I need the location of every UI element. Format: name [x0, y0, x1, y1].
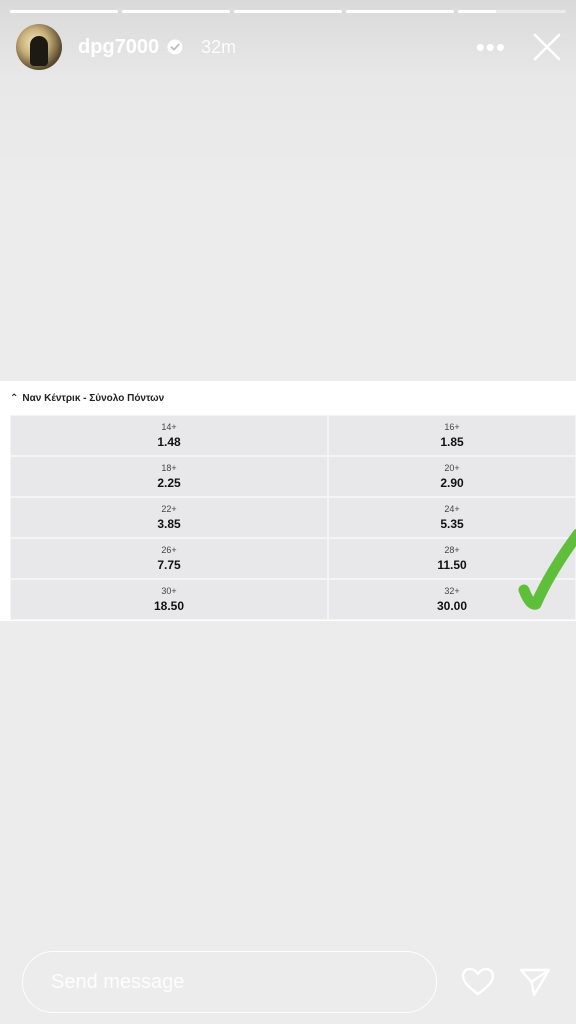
betting-market-panel: ⌃ Ναν Κέντρικ - Σύνολο Πόντων 14+ 1.48 16… — [0, 381, 576, 621]
odds-threshold: 20+ — [444, 463, 460, 473]
odds-row: 14+ 1.48 16+ 1.85 — [10, 415, 576, 456]
send-message-input[interactable] — [51, 970, 436, 994]
avatar[interactable] — [16, 24, 62, 70]
checkmark-icon — [518, 528, 576, 610]
odds-value: 5.35 — [440, 517, 464, 531]
odds-threshold: 22+ — [161, 504, 177, 514]
odds-cell[interactable]: 16+ 1.85 — [328, 415, 576, 456]
market-title: Ναν Κέντρικ - Σύνολο Πόντων — [22, 393, 165, 404]
odds-cell[interactable]: 14+ 1.48 — [10, 415, 328, 456]
odds-threshold: 24+ — [444, 504, 460, 514]
heart-icon[interactable] — [461, 967, 495, 997]
odds-row: 26+ 7.75 28+ 11.50 — [10, 538, 576, 579]
progress-segment — [10, 10, 118, 13]
chevron-up-icon: ⌃ — [10, 393, 19, 404]
odds-row: 30+ 18.50 32+ 30.00 — [10, 579, 576, 620]
story-progress-bar — [10, 10, 566, 13]
story-header: dpg7000 32m ••• — [16, 24, 562, 70]
more-options-icon[interactable]: ••• — [476, 34, 506, 60]
odds-cell[interactable]: 26+ 7.75 — [10, 538, 328, 579]
story-timestamp: 32m — [201, 36, 237, 57]
progress-segment — [234, 10, 342, 13]
odds-value: 2.25 — [157, 476, 181, 490]
odds-cell[interactable]: 18+ 2.25 — [10, 456, 328, 497]
progress-segment — [122, 10, 230, 13]
progress-segment — [346, 10, 454, 13]
odds-value: 7.75 — [157, 558, 181, 572]
odds-row: 22+ 3.85 24+ 5.35 — [10, 497, 576, 538]
odds-value: 1.85 — [440, 435, 464, 449]
odds-value: 3.85 — [157, 517, 181, 531]
reply-bar — [22, 951, 556, 1013]
odds-value: 2.90 — [440, 476, 464, 490]
odds-grid: 14+ 1.48 16+ 1.85 18+ 2.25 20+ 2.90 22+ 3.85 … — [10, 415, 576, 620]
odds-cell[interactable]: 30+ 18.50 — [10, 579, 328, 620]
progress-segment — [458, 10, 566, 13]
odds-cell[interactable]: 22+ 3.85 — [10, 497, 328, 538]
odds-threshold: 26+ — [161, 545, 177, 555]
odds-threshold: 32+ — [444, 586, 460, 596]
close-icon[interactable] — [532, 32, 562, 62]
verified-badge-icon — [167, 39, 183, 55]
username[interactable]: dpg7000 — [78, 36, 159, 59]
odds-threshold: 14+ — [161, 422, 177, 432]
odds-row: 18+ 2.25 20+ 2.90 — [10, 456, 576, 497]
odds-cell[interactable]: 20+ 2.90 — [328, 456, 576, 497]
odds-value: 11.50 — [437, 558, 467, 572]
odds-value: 18.50 — [153, 599, 185, 613]
send-icon[interactable] — [519, 967, 551, 997]
odds-threshold: 30+ — [161, 586, 177, 596]
odds-threshold: 16+ — [444, 422, 460, 432]
odds-value: 30.00 — [436, 599, 468, 613]
odds-threshold: 18+ — [161, 463, 177, 473]
odds-value: 1.48 — [157, 435, 181, 449]
market-header[interactable]: ⌃ Ναν Κέντρικ - Σύνολο Πόντων — [10, 393, 164, 404]
send-message-field[interactable] — [22, 951, 437, 1013]
odds-threshold: 28+ — [444, 545, 460, 555]
